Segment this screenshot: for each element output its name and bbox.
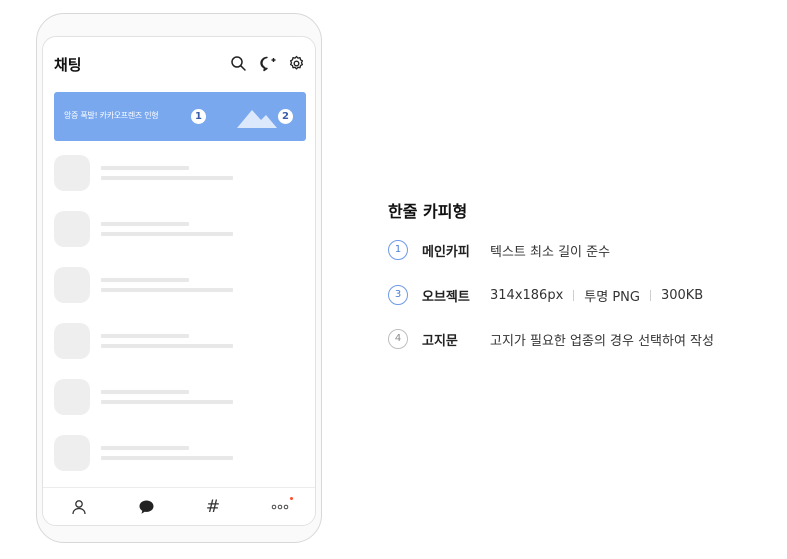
- avatar: [54, 267, 90, 303]
- chat-preview-placeholder: [101, 344, 233, 348]
- spec-number-badge: 1: [388, 240, 408, 260]
- spec-value-size: 314x186px: [490, 287, 564, 303]
- chat-name-placeholder: [101, 166, 189, 170]
- new-chat-icon[interactable]: [259, 55, 276, 72]
- tab-friends[interactable]: [59, 488, 99, 525]
- chat-name-placeholder: [101, 390, 189, 394]
- tab-more[interactable]: [260, 488, 300, 525]
- list-item[interactable]: [43, 433, 315, 473]
- notification-dot: [290, 497, 293, 500]
- list-item[interactable]: [43, 153, 315, 193]
- header-actions: [230, 55, 305, 72]
- spec-value-filesize: 300KB: [660, 287, 704, 303]
- hash-icon: #: [205, 497, 221, 517]
- spec-label: 고지문: [422, 333, 458, 349]
- spec-number-badge: 4: [388, 329, 408, 349]
- chat-name-placeholder: [101, 334, 189, 338]
- chat-preview-placeholder: [101, 400, 233, 404]
- avatar: [54, 323, 90, 359]
- tab-openchat[interactable]: #: [193, 488, 233, 525]
- spec-label: 오브젝트: [422, 289, 470, 305]
- chat-preview-placeholder: [101, 456, 233, 460]
- banner-badge-2: 2: [278, 109, 293, 124]
- divider: [649, 289, 651, 301]
- chat-preview-placeholder: [101, 176, 233, 180]
- avatar: [54, 435, 90, 471]
- chat-preview-placeholder: [101, 288, 233, 292]
- list-item[interactable]: [43, 377, 315, 417]
- banner-copy: 앙증 폭발! 카카오프렌즈 인형: [64, 111, 159, 120]
- chat-name-placeholder: [101, 278, 189, 282]
- phone-screen: 채팅 앙증 폭발! 카카오프렌즈 인형 1 2 #: [42, 36, 316, 526]
- avatar: [54, 211, 90, 247]
- tab-chats[interactable]: [126, 488, 166, 525]
- friends-icon: [72, 500, 86, 515]
- avatar: [54, 155, 90, 191]
- banner-badge-1: 1: [191, 109, 206, 124]
- page-title: 채팅: [54, 56, 82, 74]
- chat-bubble-icon: [139, 500, 153, 514]
- bottom-tab-bar: #: [43, 487, 315, 525]
- spec-value: 고지가 필요한 업종의 경우 선택하여 작성: [490, 333, 714, 349]
- spec-row-object: 3 오브젝트 314x186px 투명 PNG 300KB: [388, 285, 703, 305]
- ad-banner[interactable]: 앙증 폭발! 카카오프렌즈 인형 1 2: [54, 92, 306, 141]
- chat-name-placeholder: [101, 446, 189, 450]
- spec-label: 메인카피: [422, 244, 470, 260]
- spec-title: 한줄 카피형: [388, 202, 468, 221]
- gear-icon[interactable]: [288, 55, 305, 72]
- spec-value-format: 투명 PNG: [584, 289, 640, 305]
- list-item[interactable]: [43, 321, 315, 361]
- mountain-image-icon: [237, 110, 277, 128]
- chat-header: 채팅: [43, 37, 315, 89]
- spec-value: 텍스트 최소 길이 준수: [490, 244, 611, 260]
- spec-row-main-copy: 1 메인카피 텍스트 최소 길이 준수: [388, 240, 610, 260]
- list-item[interactable]: [43, 209, 315, 249]
- divider: [573, 289, 575, 301]
- more-icon: [271, 504, 289, 510]
- list-item[interactable]: [43, 265, 315, 305]
- spec-number-badge: 3: [388, 285, 408, 305]
- chat-preview-placeholder: [101, 232, 233, 236]
- search-icon[interactable]: [230, 55, 247, 72]
- chat-name-placeholder: [101, 222, 189, 226]
- spec-row-notice: 4 고지문 고지가 필요한 업종의 경우 선택하여 작성: [388, 329, 714, 349]
- avatar: [54, 379, 90, 415]
